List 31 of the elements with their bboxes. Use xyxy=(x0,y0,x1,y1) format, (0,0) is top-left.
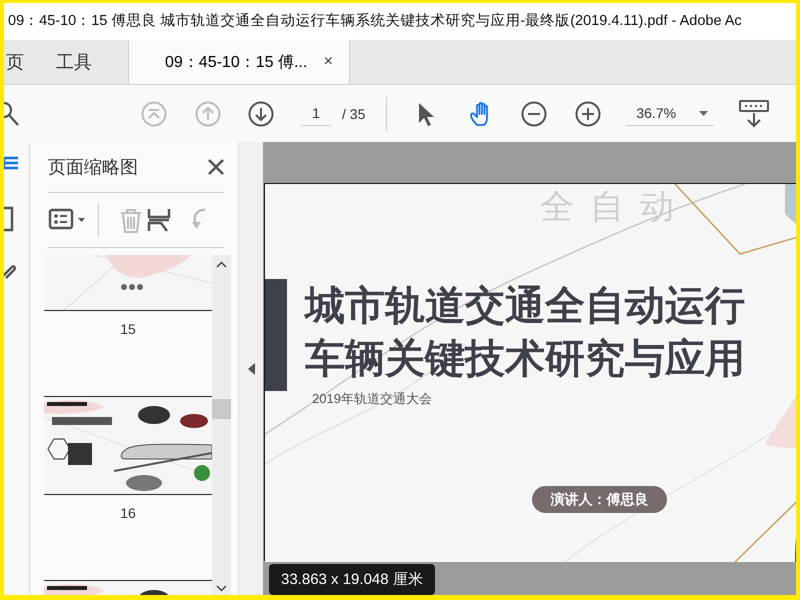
close-tab-button[interactable]: × xyxy=(322,53,335,71)
scrollbar-thumb[interactable] xyxy=(212,399,231,419)
slide-subtitle: 2019年轨道交通大会 xyxy=(312,390,432,408)
page-number: 16 xyxy=(120,504,136,523)
collapse-arrow-icon[interactable] xyxy=(248,362,254,374)
zoom-in-button[interactable] xyxy=(575,100,602,126)
document-tab[interactable]: 09：45-10：15 傅... × xyxy=(128,40,350,84)
page-thumbnail[interactable] xyxy=(44,397,212,494)
tab[interactable]: 工具 xyxy=(44,40,104,84)
speaker-label: 演讲人：傅思良 xyxy=(532,486,667,513)
slide-title: 车辆关键技术研究与应用 xyxy=(305,336,745,383)
page-size-tooltip: 33.863 x 19.048 厘米 xyxy=(269,564,435,595)
scroll-up-icon[interactable] xyxy=(216,261,227,268)
zoom-out-button[interactable] xyxy=(521,100,548,126)
next-page-button[interactable] xyxy=(248,100,274,126)
tab-label: 09：45-10：15 傅... xyxy=(165,52,308,72)
caret-icon xyxy=(699,110,708,116)
close-icon[interactable] xyxy=(208,159,224,175)
insert-pages-icon[interactable] xyxy=(145,206,173,234)
scrollbar[interactable] xyxy=(212,255,231,595)
page-count: / 35 xyxy=(342,106,366,122)
window-title: 09：45-10：15 傅思良 城市轨道交通全自动运行车辆系统关键技术研究与应用-最终版(2019.4.11).pdf - Adobe Ac xyxy=(7,12,742,31)
download-icon[interactable] xyxy=(739,100,770,128)
tab[interactable]: 页 xyxy=(4,40,44,84)
slide-title: 城市轨道交通全自动运行 xyxy=(305,283,745,330)
scroll-down-icon[interactable] xyxy=(216,585,227,592)
page-number-field[interactable]: 1 xyxy=(301,101,331,126)
zoom-dropdown[interactable]: 36.7% xyxy=(626,101,714,126)
page-number: 15 xyxy=(120,320,136,339)
search-icon[interactable] xyxy=(4,100,22,126)
panel-title: 页面缩略图 xyxy=(48,156,138,179)
